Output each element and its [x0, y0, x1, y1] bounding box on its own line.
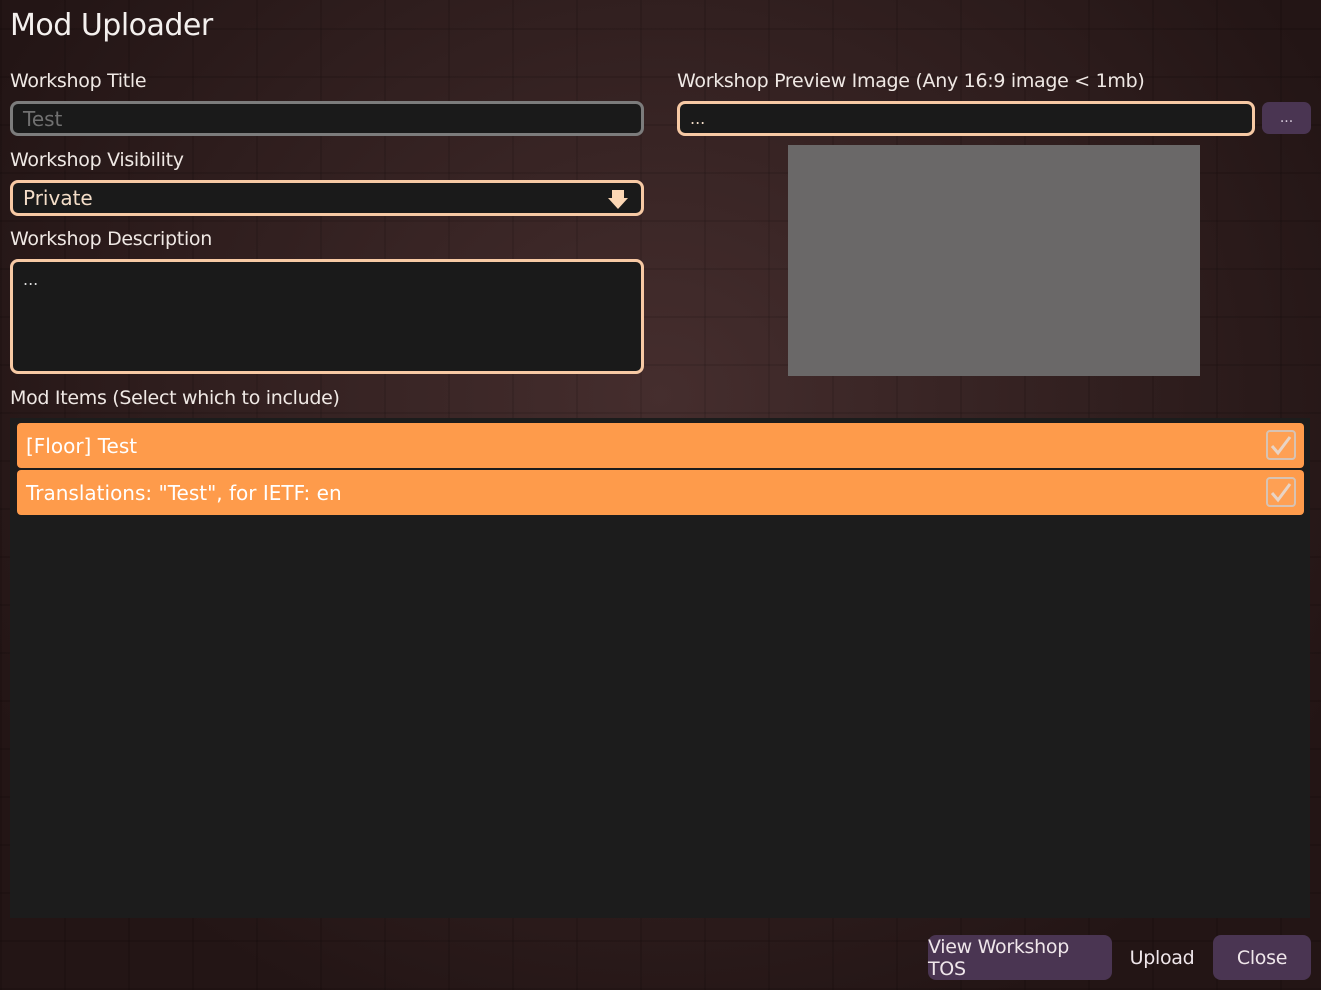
workshop-description-label: Workshop Description [10, 228, 212, 250]
preview-image-path-value: ... [690, 109, 706, 128]
preview-image-label: Workshop Preview Image (Any 16:9 image <… [677, 70, 1145, 92]
list-item[interactable]: Translations: "Test", for IETF: en [17, 470, 1304, 515]
preview-image [788, 145, 1200, 376]
browse-image-button-label: ... [1279, 110, 1294, 126]
workshop-description-textarea[interactable]: ... [10, 259, 644, 374]
browse-image-button[interactable]: ... [1262, 102, 1311, 134]
view-workshop-tos-button[interactable]: View Workshop TOS [928, 935, 1112, 980]
mod-item-checkbox[interactable] [1266, 477, 1296, 507]
mod-item-label: Translations: "Test", for IETF: en [26, 480, 342, 505]
workshop-title-label: Workshop Title [10, 70, 147, 92]
page-title: Mod Uploader [10, 8, 213, 43]
workshop-visibility-value: Private [23, 186, 93, 210]
upload-button[interactable]: Upload [1118, 935, 1206, 980]
workshop-title-value: Test [23, 106, 63, 131]
chevron-down-icon [608, 190, 628, 209]
upload-label: Upload [1129, 946, 1195, 969]
check-icon [1270, 436, 1292, 456]
workshop-visibility-dropdown[interactable]: Private [10, 180, 644, 216]
workshop-title-input[interactable]: Test [10, 101, 644, 136]
list-item[interactable]: [Floor] Test [17, 423, 1304, 468]
mod-item-checkbox[interactable] [1266, 430, 1296, 460]
mod-items-label: Mod Items (Select which to include) [10, 387, 340, 409]
check-icon [1270, 483, 1292, 503]
close-label: Close [1236, 946, 1288, 969]
workshop-visibility-label: Workshop Visibility [10, 149, 184, 171]
close-button[interactable]: Close [1213, 935, 1311, 980]
preview-image-path-input[interactable]: ... [677, 101, 1255, 136]
view-workshop-tos-label: View Workshop TOS [928, 935, 1069, 980]
workshop-description-value: ... [23, 270, 39, 289]
mod-item-label: [Floor] Test [26, 433, 138, 458]
